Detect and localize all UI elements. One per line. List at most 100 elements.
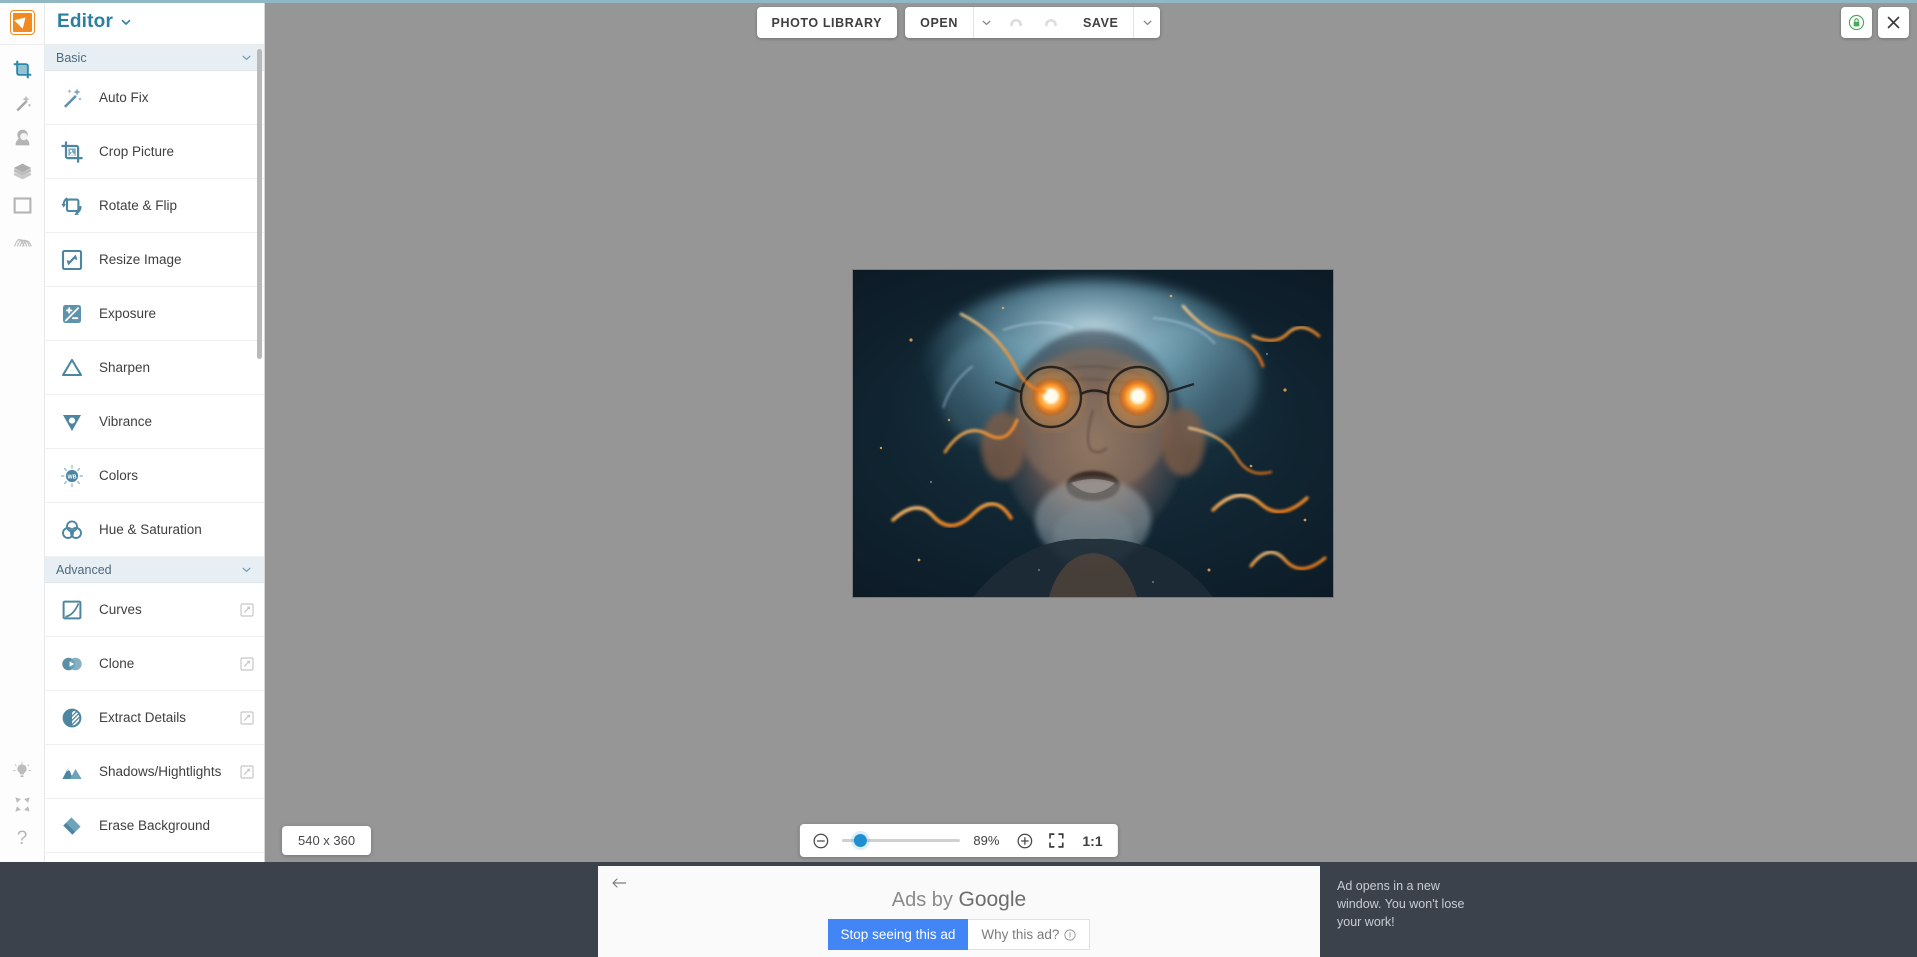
zoom-slider[interactable] <box>841 830 960 852</box>
ad-attribution-brand: Google <box>958 888 1027 911</box>
portrait-retouch-icon <box>15 129 29 146</box>
tool-label: Clone <box>99 656 135 671</box>
tool-hue-saturation[interactable]: Hue & Saturation <box>45 503 264 557</box>
tool-shadows-highlights[interactable]: Shadows/Hightlights <box>45 745 264 799</box>
tool-extract-details[interactable]: Extract Details <box>45 691 264 745</box>
group-label: Advanced <box>56 562 112 577</box>
chevron-down-icon <box>121 19 131 26</box>
tool-label: Colors <box>99 468 139 483</box>
group-header-advanced[interactable]: Advanced <box>45 557 264 583</box>
ad-note: Ad opens in a new window. You won't lose… <box>1337 879 1465 929</box>
close-icon <box>1887 16 1900 29</box>
tool-label: Curves <box>99 602 142 617</box>
tool-exposure[interactable]: Exposure <box>45 287 264 341</box>
tool-label: Rotate & Flip <box>99 198 178 213</box>
ad-slot: Ads by Google Stop seeing this ad Why th… <box>598 866 1320 957</box>
tool-clone[interactable]: Clone <box>45 637 264 691</box>
premium-badge[interactable] <box>240 656 254 671</box>
rail-item-crop-tool[interactable] <box>0 53 45 86</box>
zoom-out-button[interactable] <box>809 830 831 852</box>
secure-connection-button[interactable] <box>1841 7 1872 38</box>
ad-attribution-prefix: Ads by <box>891 889 959 911</box>
hue-saturation-icon <box>59 517 85 543</box>
fit-screen-button[interactable] <box>1045 830 1067 852</box>
tool-colors[interactable]: WB Colors <box>45 449 264 503</box>
zoom-out-icon <box>812 833 828 848</box>
info-icon <box>1064 928 1077 941</box>
zoom-in-button[interactable] <box>1013 830 1035 852</box>
layers-icon <box>13 163 31 180</box>
open-dropdown-button[interactable] <box>972 7 1000 38</box>
rail-item-magic-tool[interactable] <box>0 87 45 120</box>
exposure-icon <box>59 301 85 327</box>
group-header-basic[interactable]: Basic <box>45 45 264 71</box>
why-this-ad-button[interactable]: Why this ad? <box>968 919 1091 950</box>
premium-badge[interactable] <box>240 710 254 725</box>
lightbulb-icon <box>13 760 31 777</box>
rail-item-collapse[interactable] <box>0 788 45 821</box>
sharpen-icon <box>59 355 85 381</box>
magic-wand-icon <box>59 85 85 111</box>
resize-icon <box>59 247 85 273</box>
save-dropdown-button[interactable] <box>1133 7 1160 38</box>
redo-icon <box>1045 18 1058 27</box>
tool-erase-background[interactable]: Erase Background <box>45 799 264 853</box>
rail-item-help[interactable]: ? <box>0 822 45 855</box>
tool-resize-image[interactable]: Resize Image <box>45 233 264 287</box>
toolbar-center-group: PHOTO LIBRARY OPEN SAVE <box>756 7 1161 38</box>
zoom-in-icon <box>1016 833 1032 848</box>
rail-item-portrait-tool[interactable] <box>0 121 45 154</box>
chevron-down-icon <box>242 567 251 573</box>
frame-icon <box>13 197 31 214</box>
rail-item-frame-tool[interactable] <box>0 189 45 222</box>
secure-lock-icon <box>1848 14 1865 31</box>
save-button[interactable]: SAVE <box>1068 7 1134 38</box>
canvas-workspace[interactable] <box>0 0 1917 862</box>
chevron-down-icon <box>1143 20 1152 26</box>
editor-app: ? Editor Basic Auto Fix Crop Picture Rot… <box>0 0 1917 957</box>
photo-library-group: PHOTO LIBRARY <box>756 7 898 38</box>
editor-logo-icon <box>10 10 34 34</box>
tool-label: Resize Image <box>99 252 182 267</box>
tool-rotate-flip[interactable]: Rotate & Flip <box>45 179 264 233</box>
actual-size-button[interactable]: 1:1 <box>1077 833 1107 849</box>
tool-vibrance[interactable]: Vibrance <box>45 395 264 449</box>
white-balance-icon: WB <box>59 463 85 489</box>
tool-rail: ? <box>0 0 45 862</box>
rail-item-layers-tool[interactable] <box>0 155 45 188</box>
rail-item-texture-tool[interactable] <box>0 223 45 256</box>
stop-seeing-ad-button[interactable]: Stop seeing this ad <box>827 919 969 950</box>
extract-details-icon <box>59 705 85 731</box>
premium-badge[interactable] <box>240 764 254 779</box>
tool-list: Basic Auto Fix Crop Picture Rotate & Fli… <box>45 45 264 862</box>
rotate-flip-icon <box>59 193 85 219</box>
open-button[interactable]: OPEN <box>905 7 973 38</box>
tool-curves[interactable]: Curves <box>45 583 264 637</box>
question-mark-icon: ? <box>16 827 28 849</box>
app-logo[interactable] <box>0 0 45 45</box>
svg-text:WB: WB <box>68 474 77 480</box>
zoom-slider-thumb[interactable] <box>853 834 867 847</box>
group-label: Basic <box>56 50 87 65</box>
page-title: Editor <box>57 11 114 32</box>
tool-crop-picture[interactable]: Crop Picture <box>45 125 264 179</box>
tool-label: Hue & Saturation <box>99 522 202 537</box>
sidebar-scroll-area[interactable]: Basic Auto Fix Crop Picture Rotate & Fli… <box>45 45 264 862</box>
tools-sidebar: Editor Basic Auto Fix Crop Picture Rotat… <box>45 0 265 862</box>
tool-sharpen[interactable]: Sharpen <box>45 341 264 395</box>
fit-screen-icon <box>1049 833 1064 848</box>
tool-label: Erase Background <box>99 818 211 833</box>
sidebar-title-dropdown[interactable]: Editor <box>45 0 264 45</box>
rail-item-tips[interactable] <box>0 754 45 787</box>
close-button[interactable] <box>1878 7 1909 38</box>
tool-auto-fix[interactable]: Auto Fix <box>45 71 264 125</box>
image-canvas[interactable] <box>853 270 1333 597</box>
tool-label: Extract Details <box>99 710 187 725</box>
undo-button[interactable] <box>1000 7 1034 38</box>
tool-label: Crop Picture <box>99 144 175 159</box>
photo-library-button[interactable]: PHOTO LIBRARY <box>757 7 898 38</box>
redo-button[interactable] <box>1034 7 1068 38</box>
ad-attribution: Ads by Google <box>598 888 1320 912</box>
sidebar-scrollbar[interactable] <box>257 49 262 359</box>
premium-badge[interactable] <box>240 602 254 617</box>
